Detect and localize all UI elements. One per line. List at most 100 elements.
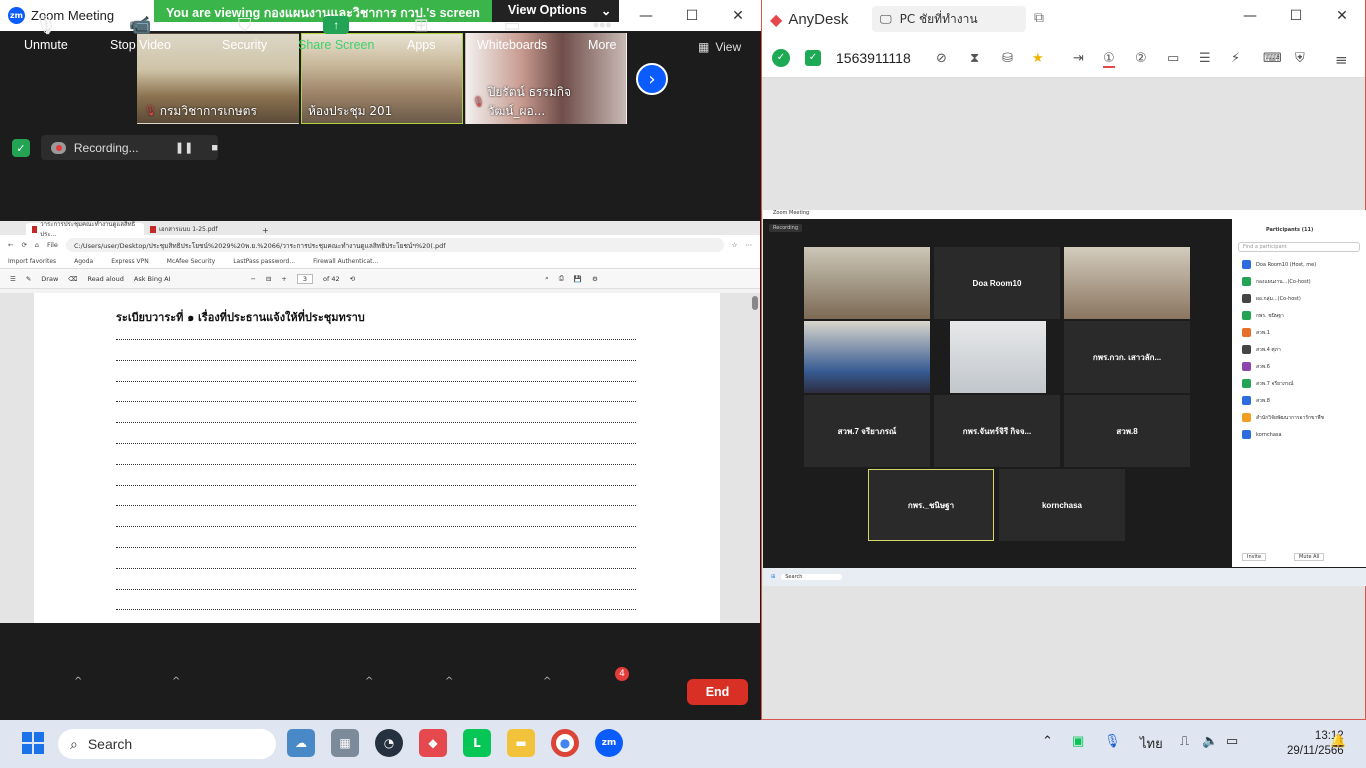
pause-icon[interactable]: ❚❚	[175, 141, 193, 154]
pdf-icon	[32, 225, 38, 233]
microphone-tray-icon[interactable]: 🎙	[1104, 733, 1121, 749]
read-aloud-button[interactable]: Read aloud	[87, 275, 123, 283]
contents-icon[interactable]: ☰	[10, 275, 16, 283]
favorite-item[interactable]: Import favorites	[8, 258, 56, 265]
favorite-item[interactable]: LastPass password...	[233, 258, 295, 265]
blank-dotted-line	[116, 588, 636, 590]
avatar	[1242, 413, 1251, 422]
draw-button[interactable]: Draw	[41, 275, 58, 283]
zoom-taskbar-icon[interactable]: zm	[595, 729, 623, 757]
next-page-icon[interactable]: ›	[636, 63, 668, 95]
scrollbar[interactable]	[752, 296, 758, 310]
favorite-item[interactable]: Express VPN	[111, 258, 149, 265]
security-button[interactable]: ⛉ Security	[222, 12, 267, 53]
avatar	[1242, 396, 1251, 405]
erase-icon[interactable]: ⌫	[68, 275, 77, 283]
favorite-item[interactable]: Agoda	[74, 258, 93, 265]
new-session-icon[interactable]: ⧉	[1034, 10, 1044, 26]
save-icon[interactable]: 💾	[574, 275, 582, 283]
calculator-icon[interactable]: ▦	[331, 729, 359, 757]
grid-icon: ▦	[698, 40, 710, 54]
notification-bell-icon[interactable]: 🔔	[1330, 733, 1346, 749]
remote-screen[interactable]: Zoom Meeting Recording Doa Room10 กพร.กว…	[763, 210, 1366, 586]
volume-icon[interactable]: 🔈	[1202, 733, 1218, 749]
zoom-in-icon[interactable]: +	[281, 275, 286, 283]
anydesk-session-tab[interactable]: 🖵 PC ชัยที่ทำงาน	[872, 6, 1026, 32]
line-tray-icon[interactable]: ▣	[1072, 733, 1084, 749]
participant-row: Doa Room10 (Host, me)	[1232, 256, 1366, 273]
end-button[interactable]: End	[687, 679, 748, 705]
timer-icon[interactable]: ⧗	[970, 51, 979, 66]
actions-lightning-icon[interactable]: ⚡	[1231, 51, 1240, 66]
recording-label: Recording...	[73, 140, 139, 155]
caret-up-icon[interactable]: ^	[543, 676, 551, 687]
apps-icon: ⊞	[413, 14, 429, 35]
star-icon[interactable]: ☆	[732, 241, 738, 249]
pdf-viewer[interactable]: ระเบียบวาระที่ ๑ เรื่องที่ประธานแจ้งให้ท…	[0, 293, 760, 623]
home-icon[interactable]: ⌂	[35, 241, 39, 249]
highlight-icon[interactable]: ✎	[26, 275, 31, 283]
permissions-shield-icon[interactable]: ⛨	[1295, 51, 1305, 66]
encryption-shield-icon[interactable]: ✓	[12, 139, 30, 157]
network-icon[interactable]: ⎍	[1180, 733, 1189, 749]
favorite-item[interactable]: Firewall Authenticat...	[313, 258, 378, 265]
rotate-icon[interactable]: ⟲	[350, 275, 355, 283]
zoom-out-icon[interactable]: −	[251, 275, 256, 283]
chat-icon[interactable]: ☰	[1199, 51, 1211, 66]
more-button[interactable]: ••• More	[588, 12, 616, 53]
monitor-2-icon[interactable]: ②	[1135, 51, 1147, 66]
speedometer-icon[interactable]: ◔	[375, 729, 403, 757]
keyboard-icon[interactable]: ⌨	[1263, 51, 1282, 66]
caret-up-icon[interactable]: ^	[365, 676, 373, 687]
share-screen-button[interactable]: ↑ Share Screen	[298, 12, 374, 52]
minimize-icon[interactable]: —	[623, 0, 669, 31]
monitor-1-icon[interactable]: ①	[1103, 51, 1115, 68]
pdf-search-icon[interactable]: ⌕	[545, 274, 549, 283]
stop-video-button[interactable]: 📹 Stop Video	[110, 12, 171, 53]
caret-up-icon[interactable]: ^	[445, 676, 453, 687]
database-icon[interactable]: ⛁	[1002, 51, 1013, 66]
favorite-star-icon[interactable]: ★	[1032, 51, 1044, 66]
apps-button[interactable]: ⊞ Apps	[407, 12, 436, 53]
tray-overflow-icon[interactable]: ⌃	[1042, 733, 1053, 749]
browser-tab[interactable]: วาระการประชุมคณะทำงานดูแลสิทธิประ...	[26, 221, 144, 238]
new-tab-icon[interactable]: +	[262, 226, 269, 235]
fit-icon[interactable]: ⊟	[266, 275, 271, 283]
language-indicator[interactable]: ไทย	[1140, 733, 1163, 754]
caret-up-icon[interactable]: ^	[172, 676, 180, 687]
view-button[interactable]: ▦ View	[698, 40, 741, 54]
reload-icon[interactable]: ⟳	[21, 241, 26, 249]
tile-name: สวพ.7 จรียาภรณ์	[837, 426, 897, 436]
privacy-icon[interactable]: ⊘	[936, 51, 947, 66]
hamburger-menu-icon[interactable]: ≡	[1335, 51, 1348, 69]
windows-start-icon[interactable]	[22, 732, 44, 754]
browser-tab[interactable]: เอกสารแนบ 1-25.pdf	[144, 223, 262, 235]
taskbar-search[interactable]: ⌕ Search	[58, 729, 276, 759]
whiteboards-button[interactable]: ▭ Whiteboards	[477, 12, 547, 53]
close-icon[interactable]: ✕	[1319, 0, 1365, 31]
stop-icon[interactable]: ■	[211, 142, 218, 154]
anydesk-taskbar-icon[interactable]: ◆	[419, 729, 447, 757]
back-icon[interactable]: ←	[8, 241, 13, 249]
settings-icon[interactable]: ⚙	[592, 275, 598, 283]
url-field[interactable]: C:/Users/user/Desktop/ประชุมสิทธิประโยชน…	[65, 238, 724, 252]
close-icon[interactable]: ✕	[715, 0, 761, 31]
chrome-icon[interactable]: ●	[551, 729, 579, 757]
battery-icon[interactable]: ▭	[1226, 733, 1238, 749]
line-app-icon[interactable]: L	[463, 729, 491, 757]
mic-muted-icon: 🎙	[472, 96, 485, 108]
print-icon[interactable]: ⎙	[559, 274, 564, 283]
favorite-item[interactable]: McAfee Security	[167, 258, 215, 265]
maximize-icon[interactable]: ☐	[669, 0, 715, 31]
minimize-icon[interactable]: —	[1227, 0, 1273, 31]
maximize-icon[interactable]: ☐	[1273, 0, 1319, 31]
menu-icon[interactable]: ⋯	[746, 241, 753, 249]
display-icon[interactable]: ▭	[1167, 51, 1179, 66]
caret-up-icon[interactable]: ^	[74, 676, 82, 687]
ask-ai-button[interactable]: Ask Bing AI	[134, 275, 171, 283]
file-transfer-icon[interactable]: ⇥	[1073, 51, 1084, 66]
unmute-button[interactable]: 🎙 Unmute	[24, 12, 68, 53]
file-explorer-icon[interactable]: ▬	[507, 729, 535, 757]
widgets-icon[interactable]: ☁	[287, 729, 315, 757]
page-number-input[interactable]: 3	[296, 273, 313, 284]
